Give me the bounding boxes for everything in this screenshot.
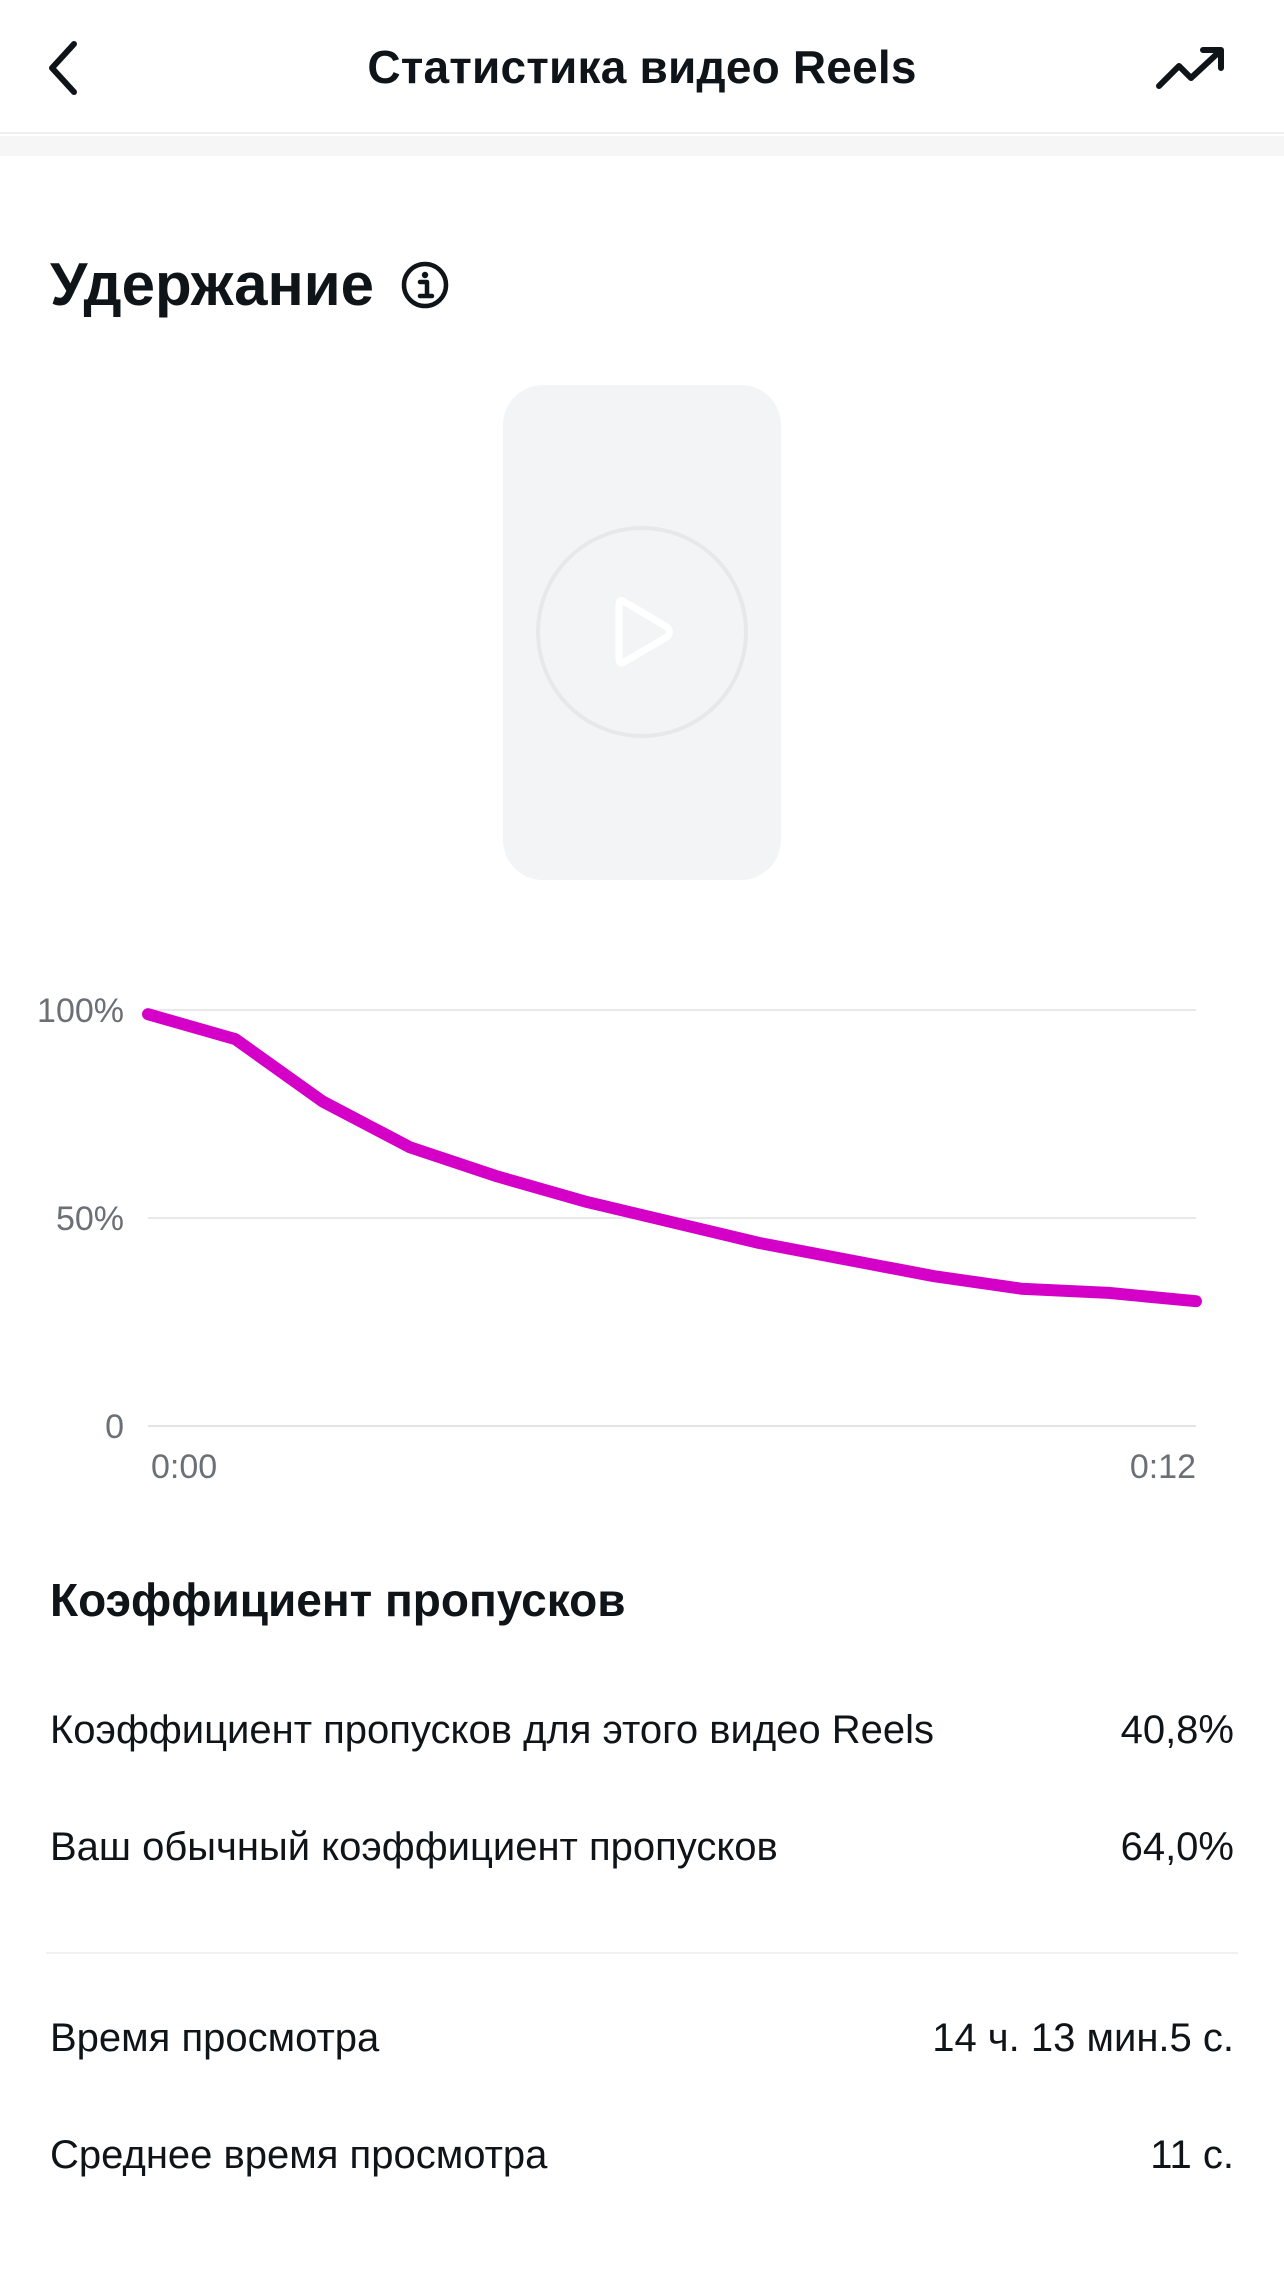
retention-chart-svg: 100% 50% 0 0:00 0:12 bbox=[37, 992, 1202, 1486]
avg-watch-time-value: 11 с. bbox=[1150, 2133, 1234, 2177]
watch-time-row: Время просмотра 14 ч. 13 мин.5 с. bbox=[50, 2008, 1234, 2068]
retention-line bbox=[142, 1008, 1202, 1308]
info-icon bbox=[401, 261, 449, 309]
usual-skip-rate-row: Ваш обычный коэффициент пропусков 64,0% bbox=[50, 1817, 1234, 1877]
retention-title: Удержание bbox=[50, 251, 374, 318]
video-thumbnail[interactable] bbox=[503, 385, 781, 880]
divider bbox=[46, 1952, 1238, 1954]
chart-lines bbox=[142, 1008, 1202, 1308]
usual-skip-rate-value: 64,0% bbox=[1120, 1825, 1234, 1869]
watch-time-label: Время просмотра bbox=[50, 2016, 380, 2060]
y-tick-label: 0 bbox=[105, 1408, 124, 1446]
trending-up-icon bbox=[1156, 47, 1224, 89]
top-bar: Статистика видео Reels bbox=[0, 0, 1284, 134]
play-icon bbox=[536, 526, 748, 738]
avg-watch-time-row: Среднее время просмотра 11 с. bbox=[50, 2125, 1234, 2185]
watch-time-value: 14 ч. 13 мин.5 с. bbox=[932, 2016, 1234, 2060]
skip-rate-title: Коэффициент пропусков bbox=[50, 1574, 626, 1626]
x-tick-label: 0:00 bbox=[151, 1448, 217, 1486]
skip-rate-label: Коэффициент пропусков для этого видео Re… bbox=[50, 1708, 935, 1752]
usual-skip-rate-label: Ваш обычный коэффициент пропусков bbox=[50, 1825, 778, 1869]
skip-rate-row: Коэффициент пропусков для этого видео Re… bbox=[50, 1700, 1234, 1760]
retention-chart: 100% 50% 0 0:00 0:12 bbox=[0, 970, 1284, 1500]
trends-button[interactable] bbox=[1148, 28, 1238, 108]
skip-rate-value: 40,8% bbox=[1120, 1708, 1234, 1752]
avg-watch-time-label: Среднее время просмотра bbox=[50, 2133, 548, 2177]
section-separator bbox=[0, 136, 1284, 156]
y-tick-label: 50% bbox=[56, 1200, 124, 1238]
page-title: Статистика видео Reels bbox=[367, 41, 917, 93]
y-tick-label: 100% bbox=[37, 992, 124, 1030]
chart-labels: 100% 50% 0 0:00 0:12 bbox=[37, 992, 1196, 1486]
info-button[interactable] bbox=[400, 260, 450, 310]
retention-heading: Удержание bbox=[50, 250, 450, 320]
x-tick-label: 0:12 bbox=[1130, 1448, 1196, 1486]
